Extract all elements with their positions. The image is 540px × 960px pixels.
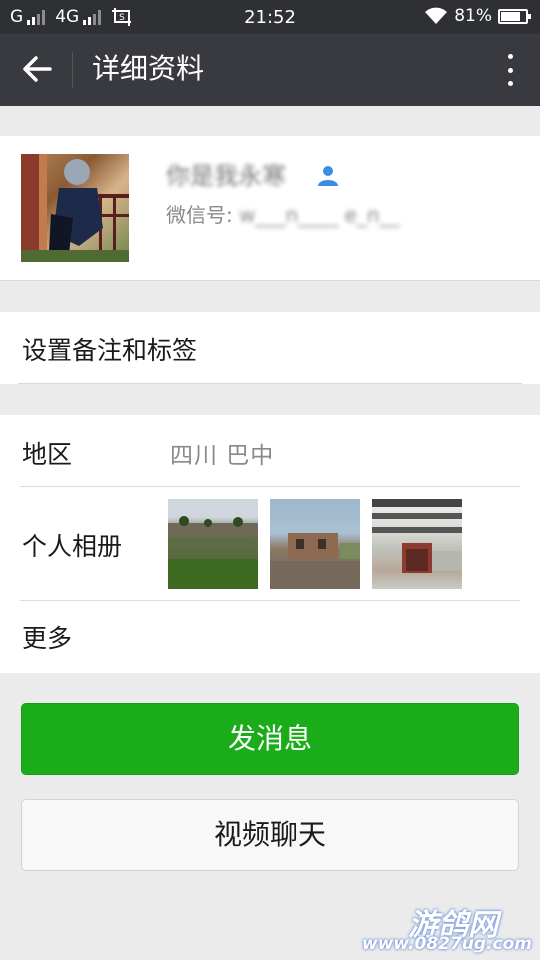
region-label: 地区 [22,440,73,469]
avatar[interactable] [21,154,129,262]
more-row[interactable]: 更多 [0,601,540,673]
set-remark-label: 设置备注和标签 [22,336,198,365]
wechat-id-label: 微信号: [166,203,233,227]
album-row[interactable]: 个人相册 [0,487,540,601]
battery-icon [498,8,531,24]
watermark-url: www.0827ug.com [362,934,532,954]
title-bar: 详细资料 [0,34,540,106]
album-thumbnail[interactable] [372,499,462,589]
wifi-icon [425,7,448,24]
album-thumbnail[interactable] [270,499,360,589]
page-title: 详细资料 [92,52,205,85]
album-label: 个人相册 [22,532,123,561]
album-thumbnail[interactable] [168,499,258,589]
status-bar: G 4G S 21:52 81% [0,0,540,34]
set-remark-row[interactable]: 设置备注和标签 [0,312,540,384]
more-label: 更多 [22,624,73,653]
profile-name: 你是我永寒 [166,162,286,190]
battery-percent: 81% [454,6,492,26]
send-message-button[interactable]: 发消息 [21,703,519,775]
status-right: 81% [424,6,531,26]
wechat-id: 微信号: w___n____ e_n__ [166,199,399,228]
video-chat-button[interactable]: 视频聊天 [21,799,519,871]
region-value: 四川 巴中 [170,443,275,469]
divider [18,383,522,384]
region-row: 地区 四川 巴中 [0,415,540,487]
header-divider [72,52,73,88]
more-options-icon[interactable] [504,54,516,86]
info-card: 地区 四川 巴中 个人相册 更多 [0,415,540,673]
wechat-id-value: w___n____ e_n__ [239,203,400,227]
contact-person-icon [318,166,338,186]
back-arrow-icon[interactable] [20,52,54,86]
